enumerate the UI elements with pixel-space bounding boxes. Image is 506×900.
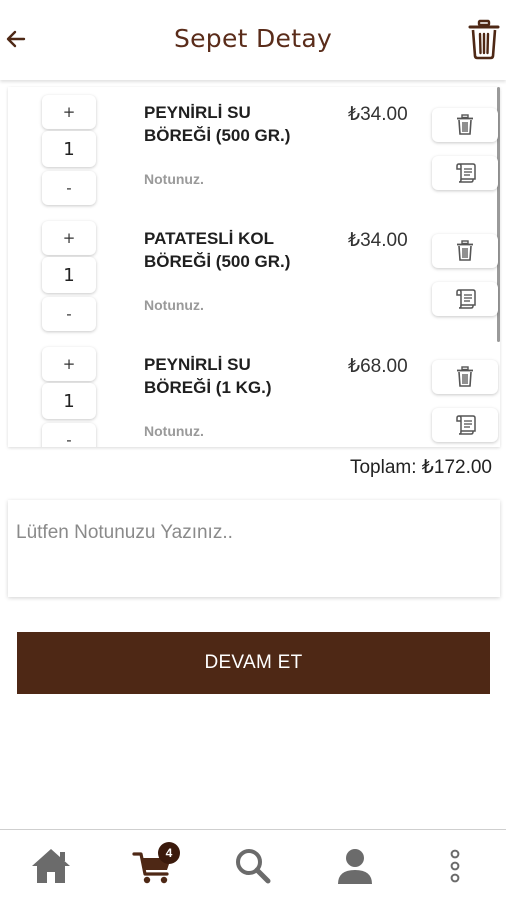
item-note: Notunuz. xyxy=(144,423,204,439)
increase-quantity-button[interactable]: + xyxy=(42,347,96,381)
increase-quantity-button[interactable]: + xyxy=(42,95,96,129)
increase-quantity-button[interactable]: + xyxy=(42,221,96,255)
item-note: Notunuz. xyxy=(144,297,204,313)
delete-item-button[interactable] xyxy=(432,360,498,394)
trash-icon xyxy=(457,240,473,261)
search-icon xyxy=(236,849,271,884)
product-name-line1: PATATESLİ KOL xyxy=(144,229,275,248)
item-price: ₺34.00 xyxy=(348,104,408,125)
page-title: Sepet Detay xyxy=(173,24,333,53)
trash-icon xyxy=(468,19,500,60)
quantity-value: 1 xyxy=(42,383,96,419)
product-name-line1: PEYNİRLİ SU xyxy=(144,355,251,374)
add-note-button[interactable] xyxy=(432,408,498,442)
quantity-value: 1 xyxy=(42,131,96,167)
item-price: ₺34.00 xyxy=(348,230,408,251)
add-note-button[interactable] xyxy=(432,156,498,190)
scroll-note-icon xyxy=(456,289,476,309)
app-header: Sepet Detay xyxy=(0,0,506,80)
cart-item: + 1 - PEYNİRLİ SU BÖREĞİ (500 GR.) Notun… xyxy=(8,87,498,213)
more-vertical-icon xyxy=(450,849,460,883)
product-name-line1: PEYNİRLİ SU xyxy=(144,103,251,122)
cart-item: + 1 - PATATESLİ KOL BÖREĞİ (500 GR.) Not… xyxy=(8,213,498,339)
product-name: PEYNİRLİ SU BÖREĞİ (1 KG.) xyxy=(144,353,344,399)
nav-profile[interactable] xyxy=(330,844,380,888)
delete-item-button[interactable] xyxy=(432,234,498,268)
trash-icon xyxy=(457,366,473,387)
scroll-note-icon xyxy=(456,163,476,183)
nav-search[interactable] xyxy=(228,844,278,888)
product-name-line2: BÖREĞİ (500 GR.) xyxy=(144,252,291,271)
nav-home[interactable] xyxy=(26,844,76,888)
item-note: Notunuz. xyxy=(144,171,204,187)
order-note-box xyxy=(8,500,500,597)
product-name: PEYNİRLİ SU BÖREĞİ (500 GR.) xyxy=(144,101,344,147)
scroll-note-icon xyxy=(456,415,476,435)
bottom-nav: 4 xyxy=(0,829,506,900)
item-price: ₺68.00 xyxy=(348,356,408,377)
product-name: PATATESLİ KOL BÖREĞİ (500 GR.) xyxy=(144,227,344,273)
clear-cart-button[interactable] xyxy=(468,18,500,60)
nav-more[interactable] xyxy=(430,844,480,888)
cart-list[interactable]: + 1 - PEYNİRLİ SU BÖREĞİ (500 GR.) Notun… xyxy=(8,87,500,447)
cart-item: + 1 - PEYNİRLİ SU BÖREĞİ (1 KG.) Notunuz… xyxy=(8,339,498,447)
cart-badge: 4 xyxy=(158,842,180,864)
decrease-quantity-button[interactable]: - xyxy=(42,423,96,447)
decrease-quantity-button[interactable]: - xyxy=(42,297,96,331)
delete-item-button[interactable] xyxy=(432,108,498,142)
user-icon xyxy=(338,849,372,884)
nav-cart[interactable]: 4 xyxy=(128,842,180,888)
continue-button[interactable]: DEVAM ET xyxy=(17,632,490,694)
trash-icon xyxy=(457,114,473,135)
order-note-input[interactable] xyxy=(8,500,500,597)
decrease-quantity-button[interactable]: - xyxy=(42,171,96,205)
add-note-button[interactable] xyxy=(432,282,498,316)
product-name-line2: BÖREĞİ (500 GR.) xyxy=(144,126,291,145)
cart-total: Toplam: ₺172.00 xyxy=(349,457,492,478)
home-icon xyxy=(32,849,70,883)
quantity-value: 1 xyxy=(42,257,96,293)
product-name-line2: BÖREĞİ (1 KG.) xyxy=(144,378,272,397)
